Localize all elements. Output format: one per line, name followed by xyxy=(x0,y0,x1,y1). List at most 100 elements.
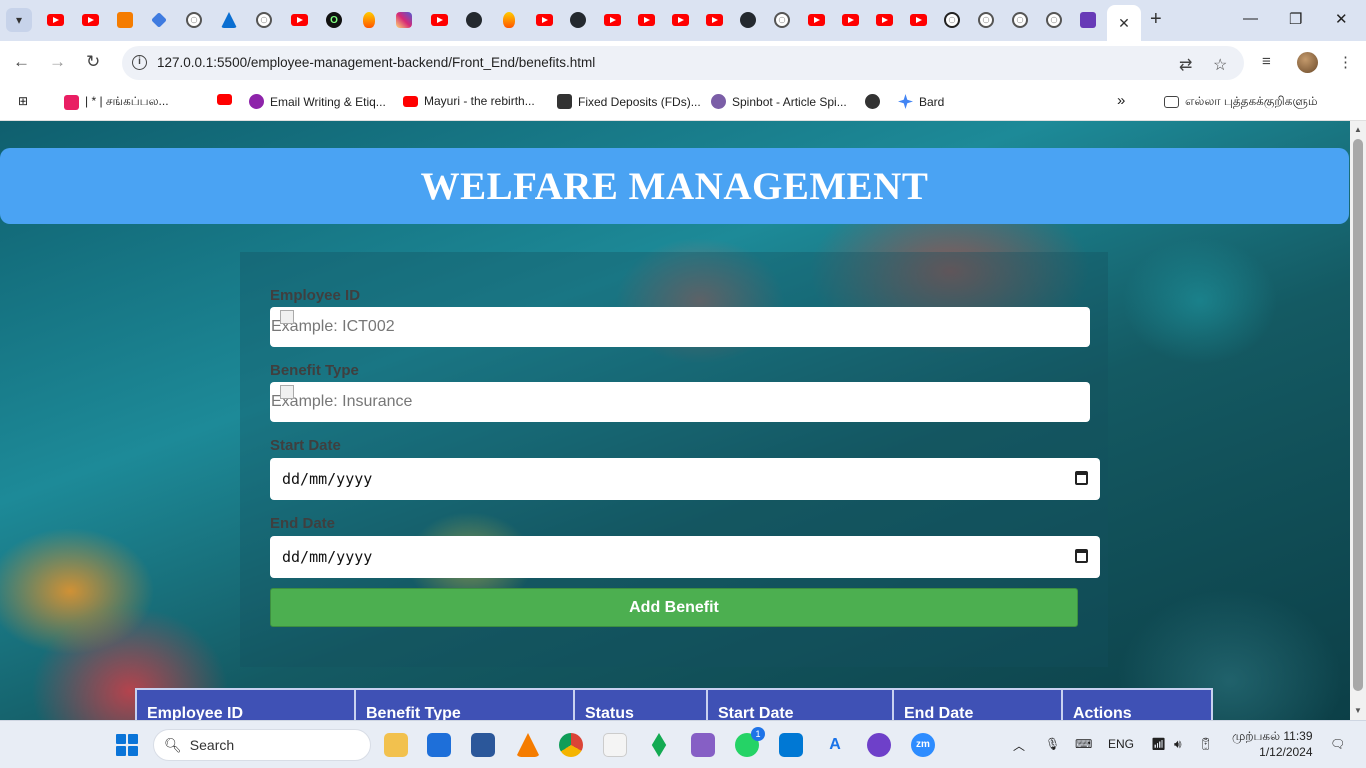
bookmark-item[interactable]: Email Writing & Etiq... xyxy=(249,94,386,109)
calendar-icon[interactable] xyxy=(1075,471,1088,485)
close-window-button[interactable]: ✕ xyxy=(1335,10,1348,28)
fire-icon[interactable] xyxy=(360,11,378,29)
bookmark-item[interactable]: Mayuri - the rebirth... xyxy=(403,94,535,108)
youtube-icon[interactable] xyxy=(637,11,655,29)
fire-icon[interactable] xyxy=(500,11,518,29)
chatgpt-icon[interactable] xyxy=(943,11,961,29)
globe-icon[interactable] xyxy=(255,11,273,29)
mongodb-icon[interactable] xyxy=(651,733,667,757)
github-icon[interactable] xyxy=(465,11,483,29)
system-clock[interactable]: முற்பகல் 11:39 1/12/2024 xyxy=(1232,728,1313,760)
end-date-input[interactable]: dd/mm/yyyy xyxy=(270,536,1100,578)
zoom-icon[interactable]: zm xyxy=(911,733,935,757)
wifi-icon[interactable]: 📶︎ xyxy=(1151,737,1166,751)
calendar-icon[interactable] xyxy=(1075,549,1088,563)
minimize-button[interactable]: — xyxy=(1243,10,1258,27)
bookmark-item[interactable] xyxy=(217,94,238,105)
youtube-icon[interactable] xyxy=(807,11,825,29)
bookmark-item[interactable] xyxy=(865,94,886,109)
battery-icon[interactable]: 🔋︎ xyxy=(1198,737,1213,751)
site-info-icon[interactable]: i xyxy=(132,55,147,70)
benefits-table-header: Employee ID Benefit Type Status Start Da… xyxy=(135,688,1213,720)
new-tab-button[interactable]: + xyxy=(1150,9,1162,29)
bookmarks-overflow-button[interactable]: » xyxy=(1117,92,1125,109)
language-indicator[interactable]: ENG xyxy=(1108,737,1134,751)
github-icon[interactable] xyxy=(739,11,757,29)
employee-id-input[interactable]: Example: ICT002 xyxy=(270,307,1090,347)
broken-image-icon xyxy=(280,310,294,324)
microphone-icon[interactable]: 🎙︎ xyxy=(1045,737,1060,751)
azure-icon[interactable] xyxy=(220,11,238,29)
column-status: Status xyxy=(575,690,708,720)
scroll-down-icon[interactable]: ▼ xyxy=(1354,706,1362,715)
visual-studio-icon[interactable] xyxy=(691,733,715,757)
search-icon: 🔍︎ xyxy=(164,736,182,753)
store-icon[interactable] xyxy=(427,733,451,757)
address-bar[interactable]: i 127.0.0.1:5500/employee-management-bac… xyxy=(122,46,1244,80)
youtube-icon[interactable] xyxy=(671,11,689,29)
scroll-up-icon[interactable]: ▲ xyxy=(1354,125,1362,134)
youtube-icon[interactable] xyxy=(909,11,927,29)
dark-circle-icon[interactable]: O xyxy=(325,11,343,29)
vscode-icon[interactable] xyxy=(779,733,803,757)
youtube-icon[interactable] xyxy=(535,11,553,29)
diamond-icon[interactable] xyxy=(150,11,168,29)
benefit-type-label: Benefit Type xyxy=(270,362,359,379)
youtube-icon[interactable] xyxy=(603,11,621,29)
youtube-icon[interactable] xyxy=(705,11,723,29)
all-bookmarks-folder[interactable]: எல்லா புத்தகக்குறிகளும் xyxy=(1164,94,1318,110)
notification-badge: 1 xyxy=(751,727,765,741)
youtube-icon[interactable] xyxy=(430,11,448,29)
scrollbar-thumb[interactable] xyxy=(1353,139,1363,691)
benefit-type-input[interactable]: Example: Insurance xyxy=(270,382,1090,422)
volume-icon[interactable]: 🔊︎ xyxy=(1174,737,1182,752)
file-explorer-icon[interactable] xyxy=(384,733,408,757)
github-desktop-icon[interactable] xyxy=(867,733,891,757)
bookmark-item[interactable]: Bard xyxy=(898,94,944,109)
app-store-icon[interactable]: A xyxy=(823,733,847,757)
notifications-icon[interactable]: 🗨︎ xyxy=(1330,737,1345,751)
apps-grid-icon[interactable]: ⊞ xyxy=(18,94,28,108)
vlc-icon[interactable] xyxy=(516,733,540,757)
forward-button[interactable]: → xyxy=(49,52,66,72)
globe-icon[interactable] xyxy=(977,11,995,29)
sc-icon[interactable] xyxy=(116,11,134,29)
avatar[interactable] xyxy=(1297,52,1318,73)
reload-button[interactable]: ↻ xyxy=(86,52,100,72)
word-icon[interactable] xyxy=(471,733,495,757)
paint-icon[interactable] xyxy=(603,733,627,757)
restore-button[interactable]: ❐ xyxy=(1289,10,1302,28)
globe-icon[interactable] xyxy=(1011,11,1029,29)
bookmark-item[interactable]: Spinbot - Article Spi... xyxy=(711,94,847,109)
menu-kebab-icon[interactable]: ⋮ xyxy=(1338,53,1353,71)
bookmark-star-icon[interactable]: ☆ xyxy=(1213,55,1227,75)
translate-icon[interactable]: ⇄ xyxy=(1179,55,1192,75)
back-button[interactable]: ← xyxy=(13,52,30,72)
youtube-icon[interactable] xyxy=(81,11,99,29)
tab-search-button[interactable]: ▾ xyxy=(6,8,32,32)
keyboard-icon[interactable]: ⌨ xyxy=(1075,737,1092,751)
tray-overflow-icon[interactable]: ︿ xyxy=(1013,737,1025,754)
start-date-input[interactable]: dd/mm/yyyy xyxy=(270,458,1100,500)
whatsapp-icon[interactable]: 1 xyxy=(735,727,765,757)
url-text[interactable]: 127.0.0.1:5500/employee-management-backe… xyxy=(157,55,595,70)
page-scrollbar[interactable]: ▲ ▼ xyxy=(1350,121,1366,720)
youtube-icon[interactable] xyxy=(46,11,64,29)
youtube-icon[interactable] xyxy=(841,11,859,29)
chrome-icon[interactable] xyxy=(559,733,583,757)
bookmark-item[interactable]: | * | சங்கப்பல... xyxy=(64,94,169,110)
windows-start-icon[interactable] xyxy=(116,734,138,756)
youtube-icon[interactable] xyxy=(290,11,308,29)
youtube-icon[interactable] xyxy=(875,11,893,29)
bookmark-item[interactable]: Fixed Deposits (FDs)... xyxy=(557,94,701,109)
taskbar-search[interactable]: 🔍︎ Search xyxy=(153,729,371,761)
active-tab-close-button[interactable]: ✕ xyxy=(1107,5,1141,41)
add-benefit-button[interactable]: Add Benefit xyxy=(270,588,1078,627)
github-icon[interactable] xyxy=(569,11,587,29)
globe-icon[interactable] xyxy=(773,11,791,29)
forms-icon[interactable] xyxy=(1079,11,1097,29)
globe-icon[interactable] xyxy=(1045,11,1063,29)
instagram-icon[interactable] xyxy=(395,11,413,29)
globe-icon[interactable] xyxy=(185,11,203,29)
media-control-icon[interactable]: ≡ xyxy=(1262,53,1271,70)
